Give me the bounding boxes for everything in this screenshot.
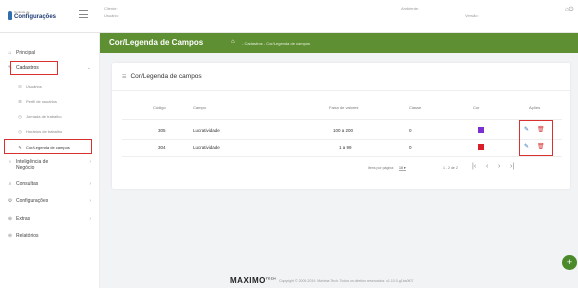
sidebar-item-principal[interactable]: ⌂ Principal: [0, 48, 100, 58]
sidebar-item-usuarios[interactable]: ☷ Usuários: [0, 81, 100, 91]
sidebar-item-extras[interactable]: ⊕ Extras ›: [0, 214, 100, 224]
caret-down-icon: ▾: [403, 166, 406, 170]
menu-toggle-icon[interactable]: [79, 10, 88, 18]
highlight-box-cadastros: [10, 61, 58, 75]
sidebar-item-perfil-usuarios[interactable]: ☰ Perfil de usuários: [0, 96, 100, 106]
cliente-label: Cliente:: [104, 6, 118, 11]
divider: [122, 119, 562, 120]
chevron-right-icon: ›: [89, 198, 91, 204]
breadcrumb: - Cadastros - Cor/Legenda de campos: [242, 41, 311, 46]
footer-brand-suffix: TECH: [265, 276, 277, 281]
color-swatch: [478, 127, 484, 133]
cell-campo: Lucratividade: [193, 145, 220, 150]
chevron-down-icon: ⌄: [86, 65, 91, 71]
list-icon: ☰: [122, 73, 127, 80]
bulb-icon: ♁: [8, 159, 12, 165]
divider: [122, 156, 562, 157]
page-header-bar: Cor/Legenda de Campos ⌂ - Cadastros - Co…: [100, 33, 578, 53]
cell-classe: 0: [409, 128, 412, 133]
column-header-cor[interactable]: Cor: [473, 105, 479, 110]
clock-icon: ◷: [18, 128, 22, 134]
cell-classe: 0: [409, 145, 412, 150]
column-header-classe[interactable]: Classe: [409, 105, 421, 110]
plus-circle-icon: ⊕: [7, 216, 13, 222]
chevron-right-icon: ›: [89, 181, 91, 187]
chevron-right-icon: ›: [89, 159, 91, 165]
sidebar-item-relatorios[interactable]: ⊜ Relatórios: [0, 231, 100, 241]
cell-codigo: 304: [158, 145, 166, 150]
versao-label: Versão:: [465, 13, 479, 18]
cell-faixa: 100 a 200: [333, 128, 354, 133]
footer: MAXIMOTECH Copyright © 2009-2019. Máxima…: [230, 276, 413, 285]
sidebar-item-label: Consultas: [16, 181, 39, 187]
items-per-page-label: Itens por página:: [368, 166, 395, 170]
app-logo[interactable]: Controle de Configurações: [8, 8, 56, 22]
cell-faixa: 1 a 99: [339, 145, 352, 150]
report-icon: ⊜: [7, 233, 13, 239]
first-page-icon[interactable]: |‹: [472, 163, 476, 170]
footer-copyright: Copyright © 2009-2019. Máxima Tech. Todo…: [279, 278, 414, 283]
sidebar-item-label: Horários de trabalho: [26, 128, 63, 134]
search-icon: ⌕: [8, 181, 12, 187]
highlight-box-actions: [519, 120, 553, 156]
add-button[interactable]: +: [562, 255, 577, 270]
divider: [112, 90, 570, 91]
color-swatch: [478, 144, 484, 150]
card-title: Cor/Legenda de campos: [130, 73, 202, 80]
logo-title: Configurações: [13, 13, 56, 20]
sidebar-item-horarios-trabalho[interactable]: ◷ Horários de trabalho: [0, 126, 100, 136]
content-card: ☰ Cor/Legenda de campos Código Campo Fai…: [112, 63, 570, 189]
sidebar-item-label: Configurações: [16, 198, 49, 204]
sidebar-item-label: Perfil de usuários: [26, 98, 57, 104]
items-per-page-value: 10: [399, 166, 403, 170]
cell-campo: Lucratividade: [193, 128, 220, 133]
divider: [122, 139, 562, 140]
sidebar-item-label: Principal: [16, 50, 36, 56]
clock-icon: ◷: [18, 113, 22, 119]
footer-brand: MAXIMO: [230, 276, 266, 285]
chevron-right-icon: ›: [89, 216, 91, 222]
sidebar-item-label: Extras: [16, 216, 31, 222]
sidebar-item-configuracoes[interactable]: ⚙ Configurações ›: [0, 196, 100, 206]
app-header: Controle de Configurações Cliente: Usuár…: [0, 0, 578, 33]
page-title: Cor/Legenda de Campos: [109, 38, 204, 47]
prev-page-icon[interactable]: ‹: [486, 163, 488, 170]
sidebar: ⌂ Principal ✎ Cadastros ⌄ ☷ Usuários ☰ P…: [0, 33, 100, 288]
column-header-acoes: Ações: [529, 105, 541, 110]
column-header-campo[interactable]: Campo: [193, 105, 206, 110]
header-icons[interactable]: ⌂⏻: [565, 7, 573, 14]
highlight-box-cor-legenda: [4, 139, 92, 154]
plus-icon: +: [566, 257, 573, 267]
sidebar-item-label: Usuários: [26, 83, 42, 89]
home-icon: ⌂: [8, 50, 12, 56]
home-icon[interactable]: ⌂: [231, 39, 235, 45]
card-header: ☰ Cor/Legenda de campos: [122, 73, 202, 80]
cell-codigo: 305: [158, 128, 166, 133]
sidebar-item-jornada-trabalho[interactable]: ◷ Jornada de trabalho: [0, 111, 100, 121]
sidebar-item-label: Inteligência de Negócio: [16, 159, 49, 171]
cloud-icon: [8, 10, 12, 20]
gear-icon: ⚙: [7, 198, 13, 204]
sidebar-item-inteligencia[interactable]: ♁ Inteligência de Negócio ›: [0, 159, 100, 175]
sidebar-item-label: Relatórios: [16, 233, 39, 239]
last-page-icon[interactable]: ›|: [510, 163, 514, 170]
pagination-range: 1 - 2 de 2: [443, 166, 458, 170]
column-header-codigo[interactable]: Código: [153, 105, 166, 110]
ambiente-label: Ambiente:: [401, 6, 420, 11]
usuario-label: Usuário:: [104, 13, 119, 18]
power-icon[interactable]: ⏻: [569, 7, 574, 13]
items-per-page-select[interactable]: 10 ▾: [399, 166, 406, 171]
next-page-icon[interactable]: ›: [498, 163, 500, 170]
sidebar-item-consultas[interactable]: ⌕ Consultas ›: [0, 179, 100, 189]
sidebar-item-label: Jornada de trabalho: [26, 113, 62, 119]
column-header-faixa[interactable]: Faixa de valores: [329, 105, 358, 110]
list-icon: ☰: [18, 98, 22, 104]
users-icon: ☷: [18, 83, 22, 89]
footer-logo: MAXIMOTECH: [230, 276, 276, 285]
